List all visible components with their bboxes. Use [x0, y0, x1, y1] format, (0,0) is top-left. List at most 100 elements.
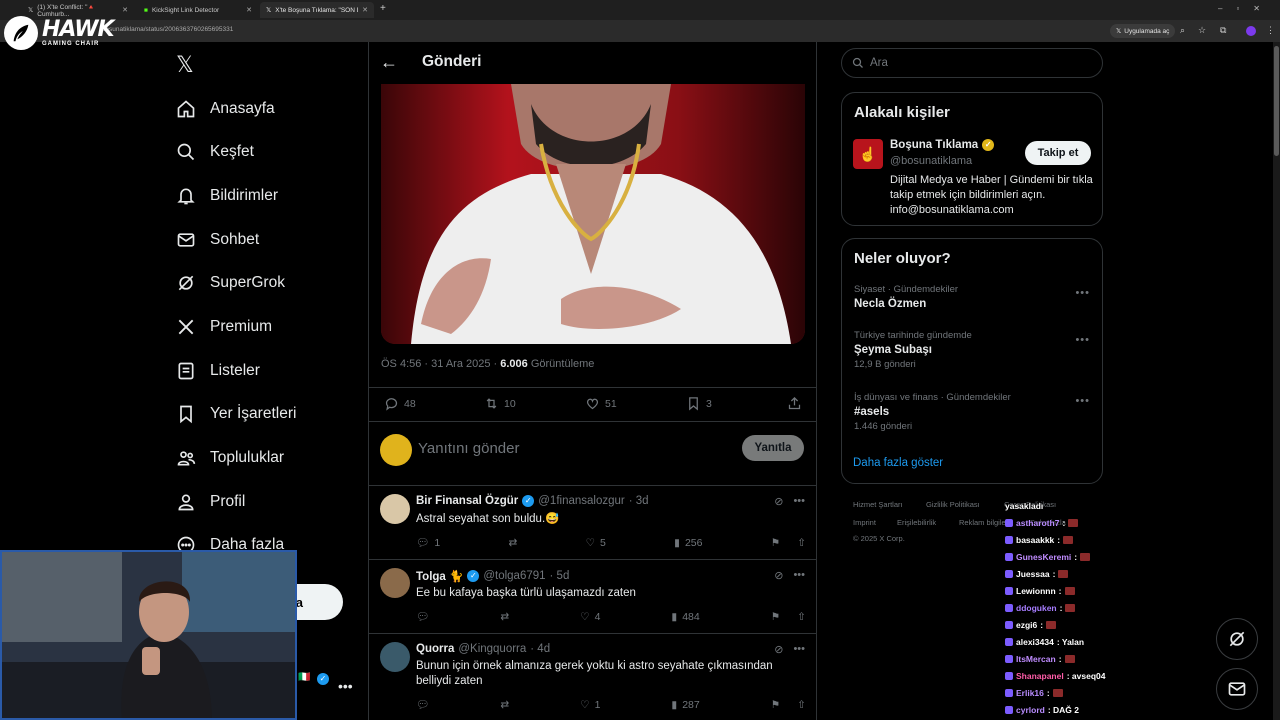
reply-input[interactable]: Yanıtını gönder [418, 440, 519, 457]
share-icon[interactable]: ⇧ [797, 537, 806, 549]
share-action[interactable] [787, 396, 802, 411]
bookmark-action[interactable]: ⚑ ⇧ [771, 536, 806, 549]
nav-item-chat[interactable]: Sohbet [176, 227, 259, 253]
trend-item[interactable]: Türkiye tarihinde gündemde Şeyma Subaşı … [854, 330, 972, 370]
menu-icon[interactable]: ⋮ [1266, 25, 1275, 36]
chat-username[interactable]: yasakladı [1005, 501, 1043, 511]
reply-action[interactable]: 48 [384, 396, 416, 411]
footer-link[interactable]: Gizlilik Politikası [926, 500, 980, 509]
trend-item[interactable]: Siyaset · Gündemdekiler Necla Özmen [854, 284, 958, 310]
profile-avatar[interactable] [1246, 26, 1256, 36]
grok-icon[interactable]: ⊘ [774, 569, 783, 582]
like-action[interactable]: 51 [585, 396, 617, 411]
search-input[interactable]: Ara [841, 48, 1103, 78]
extensions-icon[interactable]: ⧉ [1220, 25, 1226, 36]
account-name[interactable]: Boşuna Tıklama ✓ [890, 139, 995, 151]
window-controls[interactable]: –▫✕ [1218, 4, 1274, 13]
zoom-icon[interactable]: ⌕ [1180, 25, 1185, 36]
more-options-icon[interactable]: ••• [793, 643, 805, 656]
share-icon[interactable]: ⇧ [797, 611, 806, 623]
close-tab-icon[interactable]: ✕ [246, 6, 252, 14]
chat-username[interactable]: ddoguken [1016, 603, 1057, 613]
scrollbar[interactable] [1273, 42, 1280, 720]
grok-icon[interactable]: ⊘ [774, 643, 783, 656]
like-action[interactable]: ♡ 5 [586, 536, 606, 549]
browser-tab[interactable]: ■ KickSight Link Detector ✕ [138, 2, 258, 18]
close-tab-icon[interactable]: ✕ [122, 6, 128, 14]
account-handle[interactable]: @bosunatiklama [890, 155, 972, 167]
chat-username[interactable]: Shanapanel [1016, 671, 1064, 681]
url-field[interactable]: /bosunatiklama/status/200636376026569533… [100, 26, 233, 33]
reply-item[interactable]: Tolga 🐈 ✓ @tolga6791 · 5d ⊘ ••• Ee bu kaf… [368, 560, 817, 633]
chat-username[interactable]: ezgi6 [1016, 620, 1037, 630]
chat-username[interactable]: Erlik16 [1016, 688, 1044, 698]
back-arrow-icon[interactable]: ← [380, 52, 398, 73]
reply-item[interactable]: Bir Finansal Özgür ✓ @1finansalozgur · 3… [368, 486, 817, 559]
bookmark-action[interactable]: ⚑ ⇧ [771, 610, 806, 623]
views-action[interactable]: ▮ 287 [671, 698, 699, 711]
bookmark-action[interactable]: ⚑ ⇧ [771, 698, 806, 711]
footer-link[interactable]: Hizmet Şartları [853, 500, 903, 509]
reply-action[interactable]: 💬︎ [416, 698, 429, 711]
bookmark-star-icon[interactable]: ☆ [1198, 25, 1206, 36]
more-options-icon[interactable]: ••• [1075, 334, 1090, 346]
chat-username[interactable]: basaakkk [1016, 535, 1054, 545]
footer-link[interactable]: Reklam bilgileri [959, 518, 1010, 527]
follow-button[interactable]: Takip et [1025, 141, 1091, 165]
chat-username[interactable]: astharoth7 [1016, 518, 1059, 528]
chat-username[interactable]: alexi3434 [1016, 637, 1054, 647]
avatar[interactable]: ☝ [853, 139, 883, 169]
new-tab-button[interactable]: + [380, 3, 386, 14]
nav-item-home[interactable]: Anasayfa [176, 96, 275, 122]
reply-button[interactable]: Yanıtla [742, 435, 804, 461]
nav-item-notifications[interactable]: Bildirimler [176, 183, 278, 209]
repost-action[interactable]: ⇄ [508, 536, 517, 549]
trend-item[interactable]: İş dünyası ve finans · Gündemdekiler #as… [854, 392, 1011, 432]
repost-action[interactable]: ⇄ [500, 610, 509, 623]
x-logo-icon[interactable]: 𝕏 [176, 53, 194, 78]
avatar[interactable] [380, 494, 410, 524]
nav-item-profile[interactable]: Profil [176, 489, 245, 515]
show-more-link[interactable]: Daha fazla göster [853, 457, 943, 469]
share-icon[interactable]: ⇧ [797, 699, 806, 711]
nav-item-lists[interactable]: Listeler [176, 358, 260, 384]
scrollbar-thumb[interactable] [1274, 46, 1279, 156]
chat-username[interactable]: GunesKeremi [1016, 552, 1071, 562]
nav-item-supergrok[interactable]: SuperGrok [176, 270, 285, 296]
grok-icon[interactable]: ⊘ [774, 495, 783, 508]
like-action[interactable]: ♡ 4 [580, 610, 600, 623]
nav-item-premium[interactable]: Premium [176, 314, 272, 340]
nav-item-bookmarks[interactable]: Yer İşaretleri [176, 401, 296, 427]
repost-action[interactable]: ⇄ [500, 698, 509, 711]
like-action[interactable]: ♡ 1 [580, 698, 600, 711]
open-in-app-button[interactable]: 𝕏 Uygulamada aç [1110, 24, 1176, 38]
more-options-icon[interactable]: ••• [1075, 395, 1090, 407]
close-tab-icon[interactable]: ✕ [362, 6, 368, 14]
post-image[interactable] [381, 84, 805, 344]
chat-username[interactable]: ItsMercan [1016, 654, 1056, 664]
more-options-icon[interactable]: ••• [1075, 287, 1090, 299]
chat-username[interactable]: Lewionnn [1016, 586, 1056, 596]
reply-item[interactable]: Quorra @Kingquorra · 4d ⊘ ••• Bunun için … [368, 634, 817, 720]
more-options-icon[interactable]: ••• [793, 569, 805, 582]
footer-link[interactable]: Imprint [853, 518, 876, 527]
views-action[interactable]: ▮ 484 [671, 610, 699, 623]
avatar[interactable] [380, 642, 410, 672]
account-more-icon[interactable]: ••• [338, 678, 353, 694]
grok-button[interactable] [1216, 618, 1258, 660]
avatar[interactable] [380, 568, 410, 598]
views-action[interactable]: ▮ 256 [674, 536, 702, 549]
reply-action[interactable]: 💬︎ 1 [416, 536, 440, 550]
bookmark-action[interactable]: 3 [686, 396, 712, 411]
avatar[interactable] [380, 434, 412, 466]
chat-username[interactable]: Juessaa [1016, 569, 1050, 579]
nav-item-communities[interactable]: Topluluklar [176, 445, 284, 471]
messages-button[interactable] [1216, 668, 1258, 710]
chat-username[interactable]: cyrlord [1016, 705, 1045, 715]
more-options-icon[interactable]: ••• [793, 495, 805, 508]
repost-action[interactable]: 10 [484, 396, 516, 411]
browser-tab-active[interactable]: 𝕏 X'te Boşuna Tıklama: "SON DA... ✕ [260, 2, 374, 18]
nav-item-explore[interactable]: Keşfet [176, 139, 254, 165]
footer-link[interactable]: Erişilebilirlik [897, 518, 936, 527]
reply-action[interactable]: 💬︎ [416, 610, 429, 623]
